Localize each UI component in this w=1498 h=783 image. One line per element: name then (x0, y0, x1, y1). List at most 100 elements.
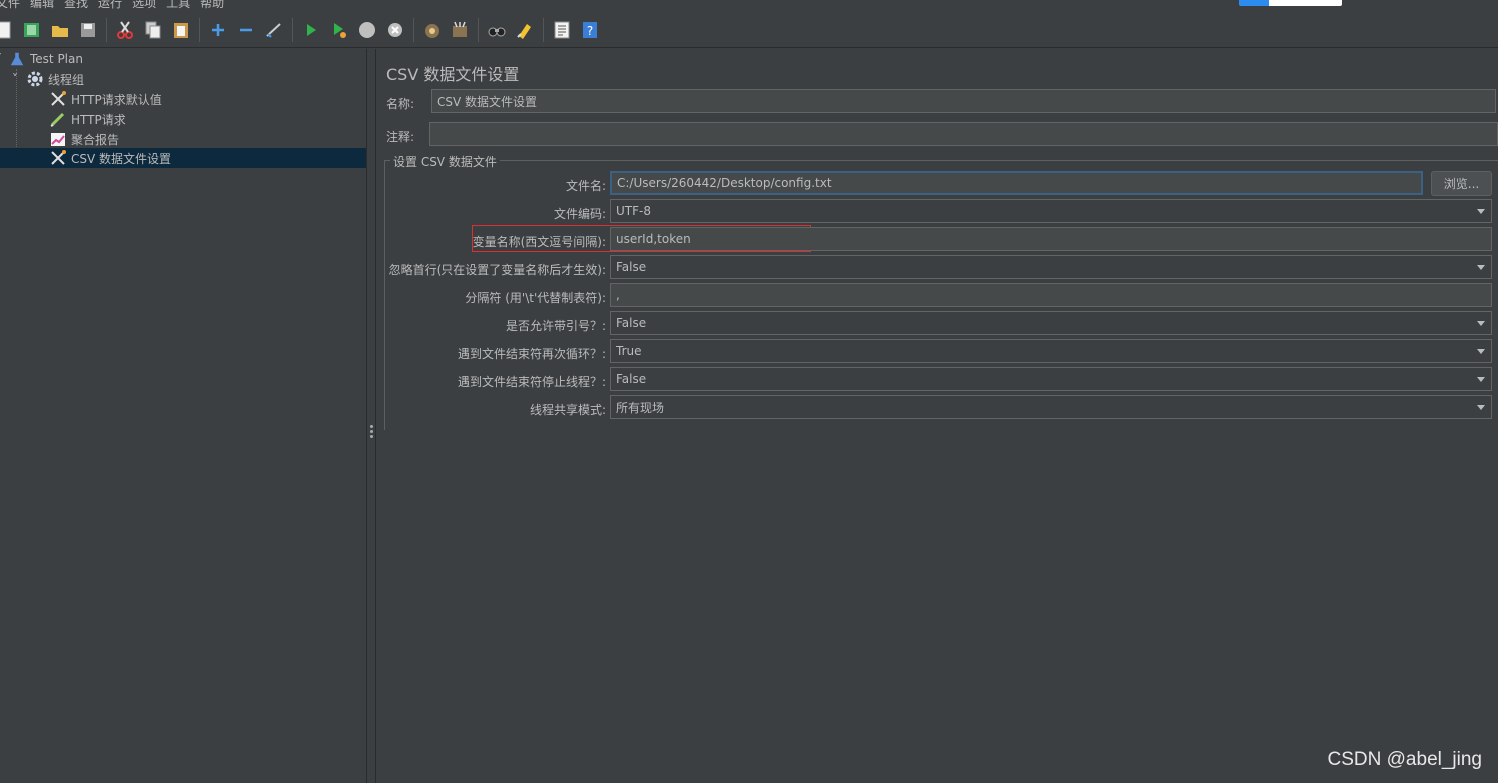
tree-item-label: 线程组 (48, 72, 85, 87)
toolbar-separator (413, 17, 414, 42)
group-title: 设置 CSV 数据文件 (390, 153, 500, 170)
allow-quoted-value: False (616, 316, 647, 330)
menu-help[interactable]: 帮助 (200, 0, 224, 11)
copy-icon[interactable] (141, 18, 165, 42)
stop-thread-eof-label: 遇到文件结束符停止线程？: (457, 375, 606, 389)
menu-run[interactable]: 运行 (98, 0, 122, 11)
chevron-down-icon[interactable] (1477, 265, 1485, 270)
stop-thread-eof-value: False (616, 372, 647, 386)
delimiter-field[interactable]: , (610, 283, 1492, 307)
csv-config-panel: CSV 数据文件设置 名称: CSV 数据文件设置 注释: 设置 CSV 数据文… (376, 49, 1498, 783)
menu-file[interactable]: 文件 (0, 0, 20, 11)
stop-thread-eof-select[interactable]: False (610, 367, 1492, 391)
watermark: CSDN @abel_jing (1327, 749, 1482, 770)
new-icon[interactable] (0, 18, 16, 42)
chevron-down-icon[interactable]: ˅ (0, 52, 6, 66)
menu-edit[interactable]: 编辑 (30, 0, 54, 11)
ignore-first-line-label: 忽略首行(只在设置了变量名称后才生效): (388, 263, 606, 277)
allow-quoted-label: 是否允许带引号？: (505, 319, 606, 333)
variable-names-label: 变量名称(西文逗号间隔): (472, 235, 606, 249)
menu-search[interactable]: 查找 (64, 0, 88, 11)
toolbar-separator (106, 17, 107, 42)
chart-icon (49, 130, 67, 148)
clear-all-icon[interactable] (448, 18, 472, 42)
reset-search-icon[interactable] (513, 18, 537, 42)
svg-text:?: ? (587, 24, 593, 38)
cut-icon[interactable] (113, 18, 137, 42)
chevron-down-icon[interactable]: ˅ (12, 72, 22, 86)
toolbar-separator (199, 17, 200, 42)
paste-icon[interactable] (169, 18, 193, 42)
chevron-down-icon[interactable] (1477, 377, 1485, 382)
splitter-handle[interactable] (370, 425, 373, 440)
flask-icon (8, 50, 26, 68)
toolbar-separator (478, 17, 479, 42)
top-right-widget (1239, 0, 1342, 6)
encoding-label: 文件编码: (553, 207, 606, 221)
sharing-mode-select[interactable]: 所有现场 (610, 395, 1492, 419)
tree-item-csv-data-set[interactable]: CSV 数据文件设置 (0, 148, 366, 168)
menu-options[interactable]: 选项 (132, 0, 156, 11)
open-icon[interactable] (48, 18, 72, 42)
function-helper-icon[interactable] (550, 18, 574, 42)
ignore-first-line-select[interactable]: False (610, 255, 1492, 279)
save-icon[interactable] (76, 18, 100, 42)
sharing-mode-label: 线程共享模式: (529, 403, 606, 417)
tree-item-test-plan[interactable]: ˅ Test Plan (0, 49, 366, 69)
shutdown-icon[interactable] (383, 18, 407, 42)
page-title: CSV 数据文件设置 (386, 65, 520, 84)
tree-item-thread-group[interactable]: ˅ 线程组 (0, 69, 366, 89)
toolbar-separator (292, 17, 293, 42)
comment-field[interactable] (429, 122, 1498, 146)
group-border (384, 160, 1498, 161)
expand-icon[interactable] (206, 18, 230, 42)
tree-item-label: HTTP请求 (71, 112, 126, 127)
stop-icon[interactable] (355, 18, 379, 42)
name-field[interactable]: CSV 数据文件设置 (431, 89, 1496, 113)
tree-item-label: HTTP请求默认值 (71, 92, 162, 107)
filename-label: 文件名: (565, 179, 606, 193)
toggle-icon[interactable] (262, 18, 286, 42)
comment-label: 注释: (386, 130, 415, 144)
variable-names-field[interactable]: userId,token (610, 227, 1492, 251)
start-icon[interactable] (299, 18, 323, 42)
filename-field[interactable]: C:/Users/260442/Desktop/config.txt (610, 171, 1423, 195)
menu-tools[interactable]: 工具 (166, 0, 190, 11)
templates-icon[interactable] (20, 18, 44, 42)
chevron-down-icon[interactable] (1477, 209, 1485, 214)
clear-icon[interactable] (420, 18, 444, 42)
tree-item-http-defaults[interactable]: HTTP请求默认值 (0, 89, 366, 109)
menu-bar: 文件 编辑 查找 运行 选项 工具 帮助 (0, 0, 1498, 12)
search-icon[interactable] (485, 18, 509, 42)
recycle-eof-label: 遇到文件结束符再次循环？: (457, 347, 606, 361)
pane-splitter[interactable] (366, 49, 376, 783)
tree-item-label: Test Plan (30, 52, 83, 66)
sharing-mode-value: 所有现场 (616, 400, 665, 415)
recycle-eof-select[interactable]: True (610, 339, 1492, 363)
toolbar: ? (0, 12, 1498, 48)
chevron-down-icon[interactable] (1477, 349, 1485, 354)
wrench-icon (49, 90, 67, 108)
name-label: 名称: (386, 97, 415, 111)
test-plan-tree: ˅ Test Plan ˅ 线程组 HTTP请求默认值 HTTP请求 聚合报告 (0, 49, 366, 783)
toolbar-separator (543, 17, 544, 42)
recycle-eof-value: True (616, 344, 642, 358)
chevron-down-icon[interactable] (1477, 321, 1485, 326)
ignore-first-line-value: False (616, 260, 647, 274)
tree-item-http-request[interactable]: HTTP请求 (0, 109, 366, 129)
start-no-pause-icon[interactable] (327, 18, 351, 42)
encoding-select[interactable]: UTF-8 (610, 199, 1492, 223)
delimiter-label: 分隔符 (用'\t'代替制表符): (465, 291, 606, 305)
help-icon[interactable]: ? (578, 18, 602, 42)
tree-item-aggregate-report[interactable]: 聚合报告 (0, 129, 366, 149)
chevron-down-icon[interactable] (1477, 405, 1485, 410)
group-border-left (384, 160, 385, 430)
allow-quoted-select[interactable]: False (610, 311, 1492, 335)
tree-item-label: CSV 数据文件设置 (71, 151, 172, 166)
wrench-icon (49, 149, 67, 167)
tree-item-label: 聚合报告 (71, 132, 120, 147)
collapse-icon[interactable] (234, 18, 258, 42)
browse-button[interactable]: 浏览... (1431, 171, 1492, 196)
encoding-value: UTF-8 (616, 204, 651, 218)
gear-icon (26, 70, 44, 88)
